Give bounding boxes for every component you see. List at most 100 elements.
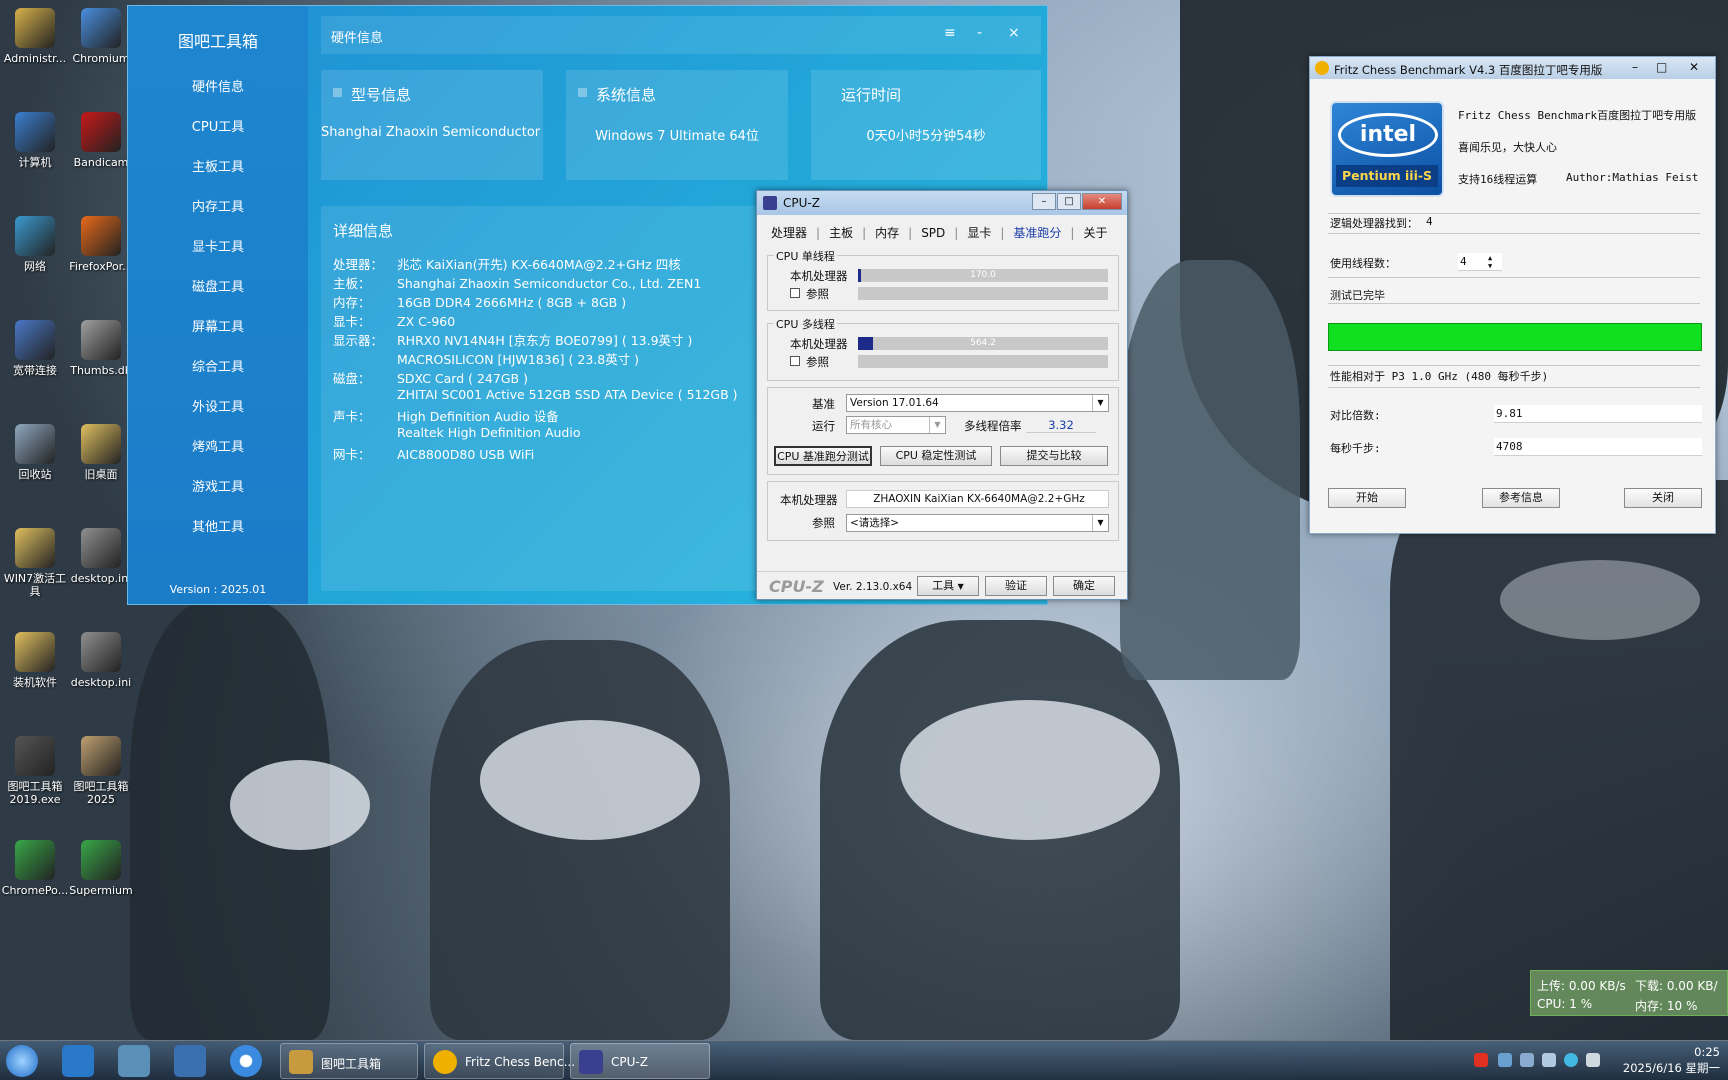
- detail-title: 详细信息: [333, 222, 394, 240]
- desktop-icon[interactable]: 计算机: [0, 112, 70, 169]
- detail-value: High Definition Audio 设备: [397, 409, 559, 424]
- ok-button[interactable]: 确定: [1053, 576, 1115, 596]
- desktop-icon[interactable]: 旧桌面: [66, 424, 136, 481]
- validate-button[interactable]: 验证: [985, 576, 1047, 596]
- minimize-button[interactable]: –: [1032, 193, 1056, 210]
- explorer-icon[interactable]: [118, 1045, 150, 1077]
- sidebar-item[interactable]: 硬件信息: [128, 76, 308, 95]
- tools-button[interactable]: 工具 ▼: [917, 576, 979, 596]
- stepper-arrows-icon[interactable]: ▲ ▼: [1488, 254, 1492, 270]
- reference-select[interactable]: <请选择> ▼: [846, 514, 1109, 532]
- input-method-icon[interactable]: [1474, 1053, 1488, 1067]
- wallpaper-snow: [900, 700, 1160, 840]
- desktop-icon[interactable]: 宽带连接: [0, 320, 70, 377]
- desktop-icon[interactable]: FirefoxPor...: [66, 216, 136, 273]
- sidebar-item[interactable]: 显卡工具: [128, 236, 308, 255]
- tab[interactable]: 内存: [875, 226, 899, 240]
- threads-stepper[interactable]: 4: [1458, 253, 1502, 271]
- desktop-icon[interactable]: 图吧工具箱2019.exe: [0, 736, 70, 806]
- desktop-icon-label: FirefoxPor...: [69, 260, 133, 273]
- app-icon: [81, 632, 121, 672]
- clock[interactable]: 0:25 2025/6/16 星期一: [1623, 1044, 1720, 1076]
- task-fritz[interactable]: Fritz Chess Benc...: [424, 1043, 575, 1079]
- bench-button[interactable]: CPU 基准跑分测试: [774, 446, 872, 466]
- detail-row: 网卡： AIC8800D80 USB WiFi: [333, 444, 534, 463]
- tab[interactable]: SPD: [921, 226, 945, 240]
- task-cpuz[interactable]: CPU-Z: [570, 1043, 710, 1079]
- desktop-icon[interactable]: WIN7激活工具: [0, 528, 70, 598]
- desktop-icon[interactable]: Bandicam: [66, 112, 136, 169]
- card-value: 0天0小时5分钟54秒: [866, 129, 986, 144]
- desktop-icon[interactable]: 回收站: [0, 424, 70, 481]
- tab[interactable]: 显卡: [967, 226, 991, 240]
- close-button[interactable]: ✕: [1082, 193, 1122, 210]
- sidebar-item[interactable]: 游戏工具: [128, 476, 308, 495]
- submit-button[interactable]: 提交与比较: [1000, 446, 1108, 466]
- fritz-window[interactable]: Fritz Chess Benchmark V4.3 百度图拉丁吧专用版 – □…: [1309, 56, 1716, 534]
- sidebar-item[interactable]: 内存工具: [128, 196, 308, 215]
- desktop-icon[interactable]: Thumbs.db: [66, 320, 136, 377]
- browser-icon[interactable]: [230, 1045, 262, 1077]
- volume-icon[interactable]: [1542, 1053, 1556, 1067]
- app-icon: [15, 8, 55, 48]
- minimize-button[interactable]: -: [977, 25, 982, 41]
- reference-bar: [858, 355, 1108, 368]
- close-window-button[interactable]: 关闭: [1624, 488, 1702, 508]
- sidebar-item[interactable]: 外设工具: [128, 396, 308, 415]
- maximize-button[interactable]: □: [1057, 193, 1081, 210]
- computer-icon[interactable]: [174, 1045, 206, 1077]
- desktop-icon[interactable]: desktop.ini: [66, 528, 136, 585]
- menu-icon[interactable]: ≡: [944, 25, 956, 41]
- desktop-icon[interactable]: desktop.ini: [66, 632, 136, 689]
- desktop-icon-label: desktop.ini: [70, 572, 132, 585]
- desktop-icon[interactable]: 图吧工具箱2025: [66, 736, 136, 806]
- close-button[interactable]: ×: [1008, 25, 1020, 41]
- app-tray-icon[interactable]: [1564, 1053, 1578, 1067]
- desktop-icon[interactable]: Chromium: [66, 8, 136, 65]
- tab[interactable]: 主板: [829, 226, 853, 240]
- task-toolbox[interactable]: 图吧工具箱: [280, 1043, 418, 1079]
- tab[interactable]: 处理器: [771, 226, 807, 240]
- sidebar-item[interactable]: CPU工具: [128, 116, 308, 135]
- desktop-icon[interactable]: 装机软件: [0, 632, 70, 689]
- info-button[interactable]: 参考信息: [1482, 488, 1560, 508]
- start-button[interactable]: 开始: [1328, 488, 1406, 508]
- desktop-icon[interactable]: ChromePo...: [0, 840, 70, 897]
- sidebar-item[interactable]: 屏幕工具: [128, 316, 308, 335]
- network-tray-icon[interactable]: [1498, 1053, 1512, 1067]
- usb-tray-icon[interactable]: [1520, 1053, 1534, 1067]
- network-monitor[interactable]: 上传: 0.00 KB/s 下载: 0.00 KB/ CPU: 1 % 内存: …: [1530, 970, 1728, 1016]
- stress-button[interactable]: CPU 稳定性测试: [880, 446, 992, 466]
- sidebar-item[interactable]: 磁盘工具: [128, 276, 308, 295]
- bench-version-select[interactable]: Version 17.01.64 ▼: [846, 394, 1109, 412]
- desktop-icon-label: 网络: [24, 260, 46, 273]
- sidebar-item[interactable]: 烤鸡工具: [128, 436, 308, 455]
- close-button[interactable]: ✕: [1689, 60, 1699, 74]
- maximize-button[interactable]: □: [1656, 60, 1667, 74]
- sidebar-item[interactable]: 综合工具: [128, 356, 308, 375]
- app-icon: [81, 840, 121, 880]
- cpuz-titlebar[interactable]: CPU-Z – □ ✕: [757, 191, 1127, 215]
- desktop-icon[interactable]: Supermium: [66, 840, 136, 897]
- desktop-icon[interactable]: 网络: [0, 216, 70, 273]
- start-button[interactable]: [6, 1045, 38, 1077]
- fritz-titlebar[interactable]: Fritz Chess Benchmark V4.3 百度图拉丁吧专用版 – □…: [1310, 57, 1715, 79]
- sidebar-item[interactable]: 主板工具: [128, 156, 308, 175]
- minimize-button[interactable]: –: [1632, 60, 1638, 74]
- desktop-icon[interactable]: Administr...: [0, 8, 70, 65]
- desktop-icon-label: Thumbs.db: [70, 364, 132, 377]
- chevron-down-icon: ▼: [929, 417, 945, 433]
- detail-row: ZHITAI SC001 Active 512GB SSD ATA Device…: [333, 387, 738, 402]
- sidebar-item[interactable]: 其他工具: [128, 516, 308, 535]
- reference-checkbox[interactable]: [790, 356, 800, 366]
- reference-checkbox[interactable]: [790, 288, 800, 298]
- signal-icon[interactable]: [1586, 1053, 1600, 1067]
- app-icon: [15, 840, 55, 880]
- run-mode-select[interactable]: 所有核心 ▼: [846, 416, 946, 434]
- show-desktop-icon[interactable]: [62, 1045, 94, 1077]
- app-icon: [81, 736, 121, 776]
- cpuz-window[interactable]: CPU-Z – □ ✕ 处理器 | 主板 | 内存 | SPD | 显卡 | 基准跑分 | 关于 CPU…: [756, 190, 1128, 600]
- kns-label: 每秒千步:: [1330, 442, 1381, 455]
- tab[interactable]: 基准跑分: [1013, 226, 1061, 240]
- tab[interactable]: 关于: [1083, 226, 1107, 240]
